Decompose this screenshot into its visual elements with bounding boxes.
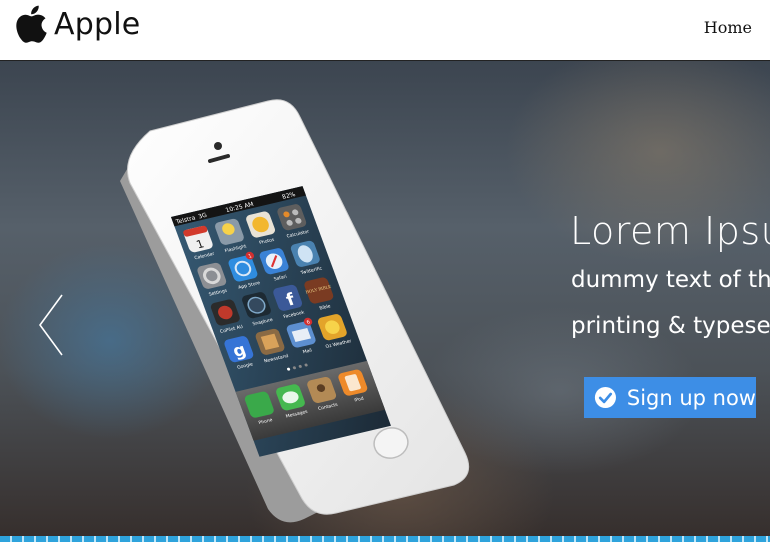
- hero-title: Lorem Ipsum: [570, 209, 770, 253]
- hero-subtitle-line-2: printing & typesetting: [571, 313, 770, 339]
- apple-logo-icon: [16, 5, 47, 43]
- hero-slider: Telstra 3G 10:25 AM 82% 1 Calendar Flash…: [0, 61, 770, 536]
- sign-up-button-label: Sign up now: [626, 385, 756, 410]
- slider-bottom-bar: [0, 536, 770, 542]
- brand-logo-link[interactable]: Apple: [12, 2, 140, 46]
- check-circle-icon: [594, 386, 616, 409]
- hero-subtitle-line-1: dummy text of the: [571, 267, 770, 293]
- iphone-image: Telstra 3G 10:25 AM 82% 1 Calendar Flash…: [120, 99, 470, 523]
- sign-up-button[interactable]: Sign up now: [584, 377, 756, 418]
- site-header: Apple Home: [0, 0, 770, 61]
- nav-home-link[interactable]: Home: [704, 18, 752, 37]
- brand-name: Apple: [54, 6, 141, 42]
